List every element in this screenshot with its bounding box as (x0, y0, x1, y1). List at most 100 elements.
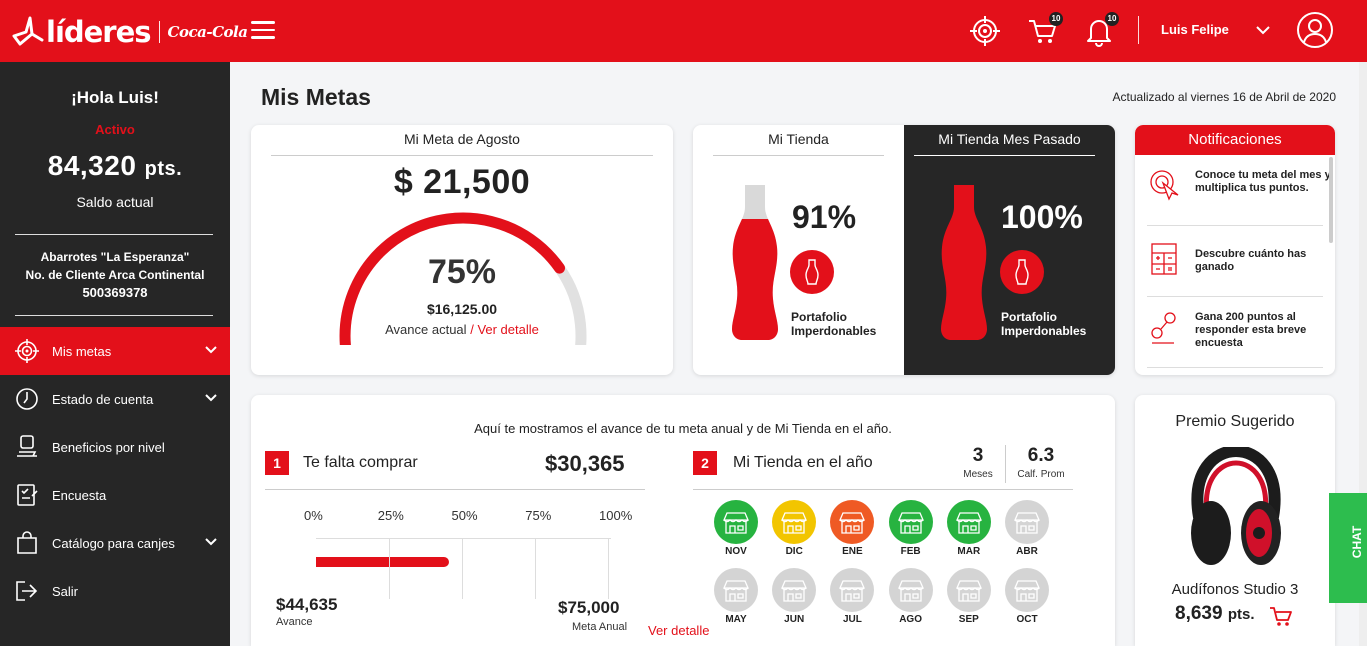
sidebar-item-label: Catálogo para canjes (52, 535, 175, 551)
meta-anual-amount: $75,000 (558, 598, 620, 617)
client-label: No. de Cliente Arca Continental (25, 268, 205, 282)
notification-item[interactable]: Descubre cuánto has ganado (1147, 242, 1327, 302)
remaining-amount: $30,365 (545, 451, 625, 476)
annual-intro: Aquí te mostramos el avance de tu meta a… (474, 421, 892, 436)
store-icon (888, 568, 933, 612)
tienda-prev-percent: 100% (1001, 199, 1083, 235)
tick-label: 0% (304, 508, 323, 523)
month-label: JUL (842, 614, 862, 625)
store-icon (714, 500, 758, 544)
survey-icon (17, 484, 38, 506)
menu-hamburger-icon[interactable] (251, 21, 275, 39)
sidebar-item-salir[interactable]: Salir (0, 567, 230, 615)
target-icon[interactable] (969, 15, 1001, 47)
month-label: ENE (842, 546, 863, 557)
ver-detalle-link[interactable]: Ver detalle (477, 322, 538, 337)
balance-label: Saldo actual (76, 194, 154, 210)
target-click-icon (1150, 170, 1179, 201)
separator: / (470, 322, 474, 337)
divider (271, 155, 653, 156)
divider (1147, 296, 1323, 297)
coca-cola-badge-icon (1000, 250, 1044, 294)
score-label: Calf. Prom (1017, 469, 1065, 480)
month-label: AGO (899, 614, 922, 625)
store-icon (1005, 568, 1049, 612)
sidebar-item-encuesta[interactable]: Encuesta (0, 471, 230, 519)
notification-item[interactable]: Gana 200 puntos al responder esta breve … (1147, 311, 1327, 371)
divider (265, 489, 645, 490)
sidebar-divider (15, 234, 213, 235)
store-name: Abarrotes "La Esperanza" (40, 250, 190, 264)
portfolio-label: Portafolio (791, 310, 847, 324)
notification-item[interactable]: Conoce tu meta del mes y multiplica tus … (1147, 169, 1331, 229)
divider (693, 489, 1073, 490)
user-name[interactable]: Luis Felipe (1161, 22, 1229, 37)
section-number: 2 (693, 451, 717, 475)
coca-cola-badge-icon (790, 250, 834, 294)
logo-text: líderes (46, 15, 152, 49)
month-abr: ABR (1005, 500, 1049, 557)
store-icon (714, 568, 758, 612)
month-jun: JUN (772, 568, 817, 625)
sidebar: ¡Hola Luis! Activo 84,320 pts. Saldo act… (0, 62, 230, 646)
bag-icon (17, 531, 37, 554)
points-value: 84,320 (47, 150, 137, 181)
greeting: ¡Hola Luis! (71, 88, 159, 107)
tick-label: 50% (451, 508, 478, 523)
sidebar-item-label: Salir (52, 583, 79, 599)
store-icon (772, 568, 817, 612)
premio-name: Audífonos Studio 3 (1171, 581, 1299, 598)
chevron-down-icon[interactable] (204, 391, 218, 405)
chevron-down-icon[interactable] (204, 535, 218, 549)
notifications-button[interactable]: 10 (1083, 12, 1119, 47)
store-icon (946, 500, 991, 544)
coke-bottle-icon (941, 185, 987, 340)
logout-icon (16, 581, 38, 601)
header-divider (1138, 16, 1139, 44)
month-label: MAY (725, 614, 747, 625)
cart-button[interactable]: 10 (1027, 12, 1063, 47)
month-jul: JUL (830, 568, 875, 625)
annual-progress-fill (316, 557, 449, 567)
months-value: 3 (972, 445, 984, 466)
premio-card: Premio Sugerido Audífonos Studio 3 8,639… (1135, 395, 1335, 646)
chat-button[interactable]: CHAT (1329, 493, 1367, 603)
divider (914, 155, 1095, 156)
tienda-prev-title: Mi Tienda Mes Pasado (938, 131, 1081, 147)
chevron-down-icon[interactable] (204, 343, 218, 357)
tienda-percent: 91% (792, 199, 857, 235)
ver-detalle-link[interactable]: Ver detalle (648, 623, 709, 638)
notification-text: Descubre cuánto has ganado (1195, 248, 1307, 273)
sidebar-nav: Mis metas Estado de cuenta Beneficios po… (0, 327, 230, 615)
months-label: Meses (963, 469, 993, 480)
logo-divider (158, 21, 160, 43)
month-ene: ENE (830, 500, 875, 557)
user-icon (1303, 19, 1327, 43)
updated-date: Actualizado al viernes 16 de Abril de 20… (1112, 90, 1336, 104)
notifications-scrollbar[interactable] (1329, 157, 1333, 243)
divider (1005, 445, 1006, 483)
notification-text: Gana 200 puntos al responder esta breve … (1195, 311, 1307, 349)
sidebar-item-label: Estado de cuenta (52, 391, 154, 407)
points-unit: pts. (144, 158, 183, 180)
headphones-icon[interactable] (1185, 447, 1287, 571)
divider (1147, 225, 1323, 226)
user-avatar[interactable] (1297, 12, 1333, 48)
clock-icon (16, 388, 38, 410)
store-icon (830, 568, 875, 612)
sidebar-item-catalogo[interactable]: Catálogo para canjes (0, 519, 230, 567)
chevron-down-icon[interactable] (1255, 22, 1271, 38)
lideres-logo[interactable]: líderes Coca-Cola (12, 12, 248, 52)
month-oct: OCT (1005, 568, 1049, 625)
sidebar-item-estado-de-cuenta[interactable]: Estado de cuenta (0, 375, 230, 423)
target-icon (15, 339, 39, 363)
meta-percent: 75% (427, 253, 497, 291)
avance-amount: $44,635 (276, 595, 338, 614)
top-bar: líderes Coca-Cola 10 10 Luis Felipe (0, 0, 1367, 62)
page-title: Mis Metas (261, 84, 371, 110)
meta-title: Mi Meta de Agosto (404, 131, 520, 147)
sidebar-item-beneficios[interactable]: Beneficios por nivel (0, 423, 230, 471)
annual-progress-bar (316, 538, 611, 599)
add-to-cart-icon[interactable] (1269, 606, 1293, 628)
sidebar-item-mis-metas[interactable]: Mis metas (0, 327, 230, 375)
